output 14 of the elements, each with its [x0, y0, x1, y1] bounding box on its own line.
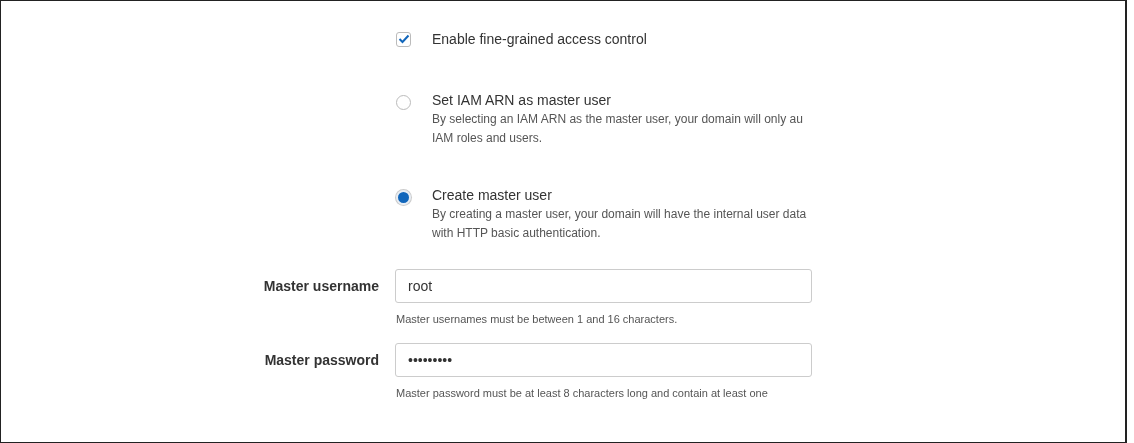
option-description: By creating a master user, your domain will have the internal user data — [432, 206, 807, 223]
radio-label: Set IAM ARN as master user — [432, 91, 612, 110]
field-label: Master password — [263, 352, 379, 368]
field-label: Master username — [262, 278, 379, 294]
checkbox[interactable] — [396, 31, 411, 47]
field-hint: Master password must be at least 8 characters long and contain at least one — [396, 387, 769, 399]
input-field[interactable]: root — [395, 269, 812, 303]
option-description: By selecting an IAM ARN as the master user, your domain will only au — [432, 111, 803, 128]
option-description: with HTTP basic authentication. — [432, 225, 602, 242]
radio-label: Create master user — [432, 186, 553, 205]
option-description: IAM roles and users. — [432, 130, 544, 147]
input-field[interactable]: ••••••••• — [395, 343, 812, 377]
field-hint: Master usernames must be between 1 and 16 characters. — [396, 313, 679, 325]
checkbox-label: Enable fine-grained access control — [432, 31, 647, 47]
